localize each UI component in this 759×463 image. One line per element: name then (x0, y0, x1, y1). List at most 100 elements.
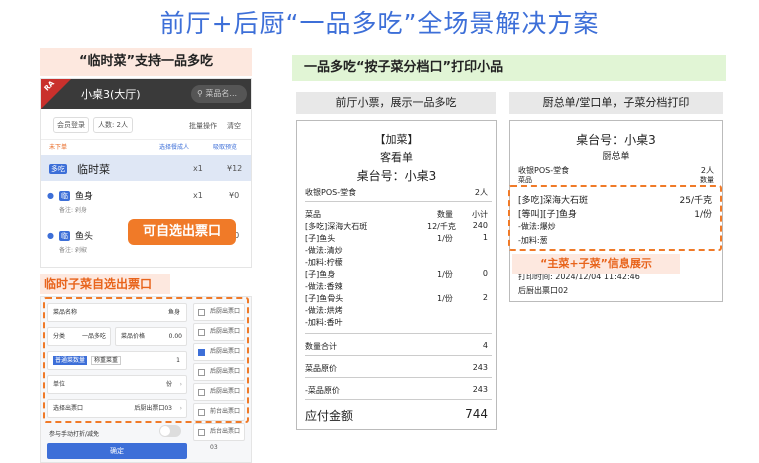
not-ordered-label: 未下单 (49, 144, 68, 151)
checkbox-checked-icon (198, 349, 205, 356)
line-qty: 12/千克 (427, 222, 456, 231)
kitchen-line-qty: 25/千克 (679, 196, 713, 206)
category-field[interactable]: 分类 一品多吃 (47, 327, 111, 346)
confirm-button[interactable]: 确定 (47, 443, 187, 459)
outlet-checkbox[interactable]: 后台出票口03 (193, 423, 245, 451)
left-header-2: 临时子菜自选出票口 (40, 274, 170, 294)
pay-value: 744 (465, 407, 488, 421)
list-item[interactable]: ● 临 鱼身 x1 ¥0 备注: 剁身 (41, 185, 251, 219)
front-receipt-subheader: 前厅小票，展示一品多吃 (296, 92, 496, 114)
item-qty: x1 (193, 164, 203, 173)
field-value: 后厨出票口03 (134, 405, 172, 412)
kitchen-line-name: [等叫][子]鱼身 (518, 210, 578, 220)
unit-field[interactable]: 单位 份 › (47, 375, 187, 394)
select-outlet-callout: 可自选出票口 (128, 219, 236, 245)
field-label: 单位 (53, 381, 66, 388)
item-note: 备注: 剁椒 (59, 247, 87, 254)
col-subtotal: 小计 (472, 210, 488, 219)
dish-name-field[interactable]: 菜品名称 鱼身 (47, 303, 187, 322)
line-sub: 2 (482, 293, 488, 302)
field-value: 鱼身 (167, 309, 180, 316)
col-item: 菜品 (305, 210, 321, 219)
outlet-checkbox[interactable]: 前台出票口03 (193, 403, 245, 431)
kitchen-col-item: 菜品 (518, 176, 532, 184)
kitchen-line-qty: 1/份 (694, 210, 712, 220)
clear-button[interactable]: 清空 (227, 121, 241, 131)
select-person-link[interactable]: 选择餐成人 (159, 142, 189, 151)
item-name: 鱼头 (75, 232, 94, 242)
checkbox-icon (198, 389, 205, 396)
bullet-icon: ● (47, 231, 54, 240)
search-input[interactable]: ⚲ 菜品名... (191, 85, 247, 103)
kitchen-outlet: 后厨出票口02 (518, 286, 569, 295)
item-tag: 多吃 (49, 164, 67, 174)
orig-price-value: 243 (472, 363, 488, 372)
item-price: ¥0 (229, 191, 240, 200)
member-login-button[interactable]: 会员登录 (53, 117, 89, 133)
checkbox-icon (198, 309, 205, 316)
item-name: 鱼身 (75, 192, 94, 202)
outlet-checkbox[interactable]: 后厨出票口11 (193, 303, 245, 331)
col-qty: 数量 (437, 210, 453, 219)
price-field[interactable]: 菜品价格 0.00 (115, 327, 187, 346)
bullet-icon: ● (47, 191, 54, 200)
pay-label: 应付金额 (305, 409, 354, 423)
outlet-checkbox[interactable]: 后厨出票口 (193, 383, 245, 401)
kitchen-receipt: 桌台号：小桌3 厨总单 收银POS-堂食 2人 菜品 数量 [多吃]深海大石斑 … (508, 120, 723, 302)
item-tag: 临 (59, 191, 70, 201)
line-name: -做法:清炒 (305, 246, 343, 255)
info-display-label: “主菜+子菜”信息展示 (512, 254, 680, 274)
kitchen-receipt-subheader: 厨总单/堂口单，子菜分档打印 (509, 92, 723, 114)
orig-price-2-value: 243 (472, 385, 488, 394)
front-receipt: 【加菜】 客看单 桌台号：小桌3 收银POS-堂食 2人 菜品 数量 小计 [多… (296, 120, 497, 430)
list-item[interactable]: 多吃 临时菜 x1 ¥12 (41, 155, 251, 181)
checkbox-icon (198, 369, 205, 376)
chevron-right-icon: › (179, 381, 182, 388)
right-header: 一品多吃“按子菜分档口”打印小品 (292, 55, 726, 81)
page-title: 前厅+后厨“一品多吃”全场景解决方案 (159, 9, 600, 38)
line-sub: 240 (472, 221, 488, 230)
field-label: 菜品名称 (53, 309, 78, 316)
qty-tab[interactable]: 普通菜数量 (53, 356, 88, 365)
search-icon: ⚲ (197, 89, 203, 98)
line-name: [子]鱼骨头 (305, 294, 344, 303)
receipt-table: 桌台号：小桌3 (356, 169, 437, 183)
item-note: 备注: 剁身 (59, 207, 87, 214)
divider (41, 139, 251, 140)
line-name: -做法:烘烤 (305, 306, 343, 315)
discount-toggle[interactable] (159, 425, 181, 437)
search-placeholder: 菜品名... (205, 89, 238, 98)
checkbox-icon (198, 409, 205, 416)
line-qty: 1/份 (437, 234, 453, 243)
batch-operate-button[interactable]: 批量操作 (189, 121, 217, 131)
outlet-checkbox[interactable]: 后厨出票口12 (193, 363, 245, 391)
orig-price-label: 菜品原价 (305, 364, 337, 373)
quantity-field[interactable]: 普通菜数量 称重菜重 1 (47, 351, 187, 370)
qty-total-value: 4 (482, 341, 488, 350)
field-label: 菜品价格 (121, 333, 146, 340)
item-tag: 临 (59, 231, 70, 241)
weigh-tab[interactable]: 称重菜重 (90, 356, 121, 365)
item-qty: x1 (193, 191, 203, 200)
line-name: [子]鱼身 (305, 270, 336, 279)
divider (305, 377, 492, 378)
outlet-checkbox[interactable]: 后厨出票口23 (193, 323, 245, 351)
field-value: 1 (176, 357, 180, 364)
receipt-title-1: 【加菜】 (374, 133, 419, 146)
line-name: [多吃]深海大石斑 (305, 222, 368, 231)
field-value: 份 (165, 381, 172, 388)
kitchen-table: 桌台号：小桌3 (576, 133, 656, 147)
order-preview-link[interactable]: 吸取预览 (213, 142, 237, 151)
outlet-checkbox[interactable]: 后厨出票口03 (193, 343, 245, 371)
orig-price-2-label: -菜品原价 (305, 386, 340, 395)
outlet-field[interactable]: 选择出票口 后厨出票口03 › (47, 399, 187, 418)
table-name[interactable]: 小桌3(大厅) (81, 86, 141, 102)
field-label: 分类 (53, 333, 66, 340)
people-count-button[interactable]: 人数: 2人 (93, 117, 133, 133)
qty-total-label: 数量合计 (305, 342, 337, 351)
divider (305, 355, 492, 356)
kitchen-line-name: -加料:葱 (518, 236, 548, 245)
checkbox-icon (198, 429, 205, 436)
divider (305, 333, 492, 334)
kitchen-col-qty: 数量 (700, 176, 714, 184)
